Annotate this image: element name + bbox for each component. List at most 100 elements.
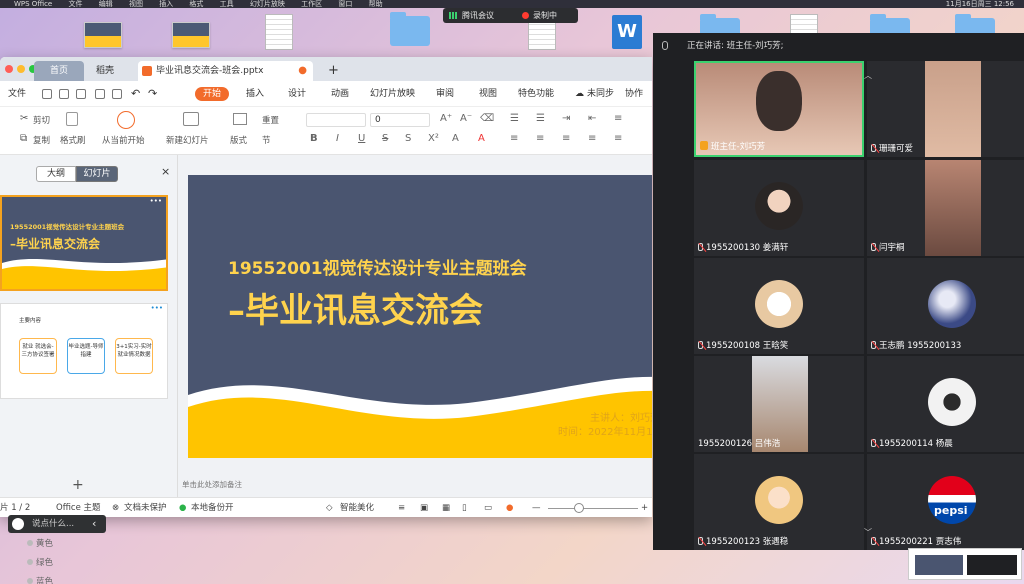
video-tile[interactable]: 1955200130 姜满轩 (694, 160, 864, 256)
layout-button[interactable]: 版式 (230, 134, 247, 146)
video-tile[interactable]: 1955200114 杨晨 (867, 356, 1024, 452)
menu-start[interactable]: 开始 (195, 87, 230, 101)
menubar-item[interactable]: 幻灯片放映 (250, 0, 285, 8)
font-shrink-icon[interactable]: A⁻ (460, 113, 472, 124)
outdent-icon[interactable]: ⇤ (588, 113, 596, 124)
current-slide[interactable]: 19552001视觉传达设计专业主题班会 –毕业讯息交流会 主讲人：刘巧芳 时间… (188, 175, 652, 458)
scissors-icon[interactable]: ✂ (20, 113, 28, 124)
desktop-word-icon[interactable]: W (612, 15, 642, 49)
minimize-window-icon[interactable] (17, 65, 25, 73)
slide-speaker[interactable]: 主讲人：刘巧芳 (590, 409, 652, 424)
play-from-current-button[interactable]: 从当前开始 (102, 134, 145, 146)
menu-design[interactable]: 设计 (288, 81, 306, 107)
menubar-item[interactable]: 格式 (189, 0, 203, 8)
desktop-sheet-icon[interactable] (265, 14, 293, 50)
open-icon[interactable] (42, 89, 52, 99)
menu-file[interactable]: 文件 (8, 81, 26, 107)
video-tile[interactable]: 1955200126 吕伟浩 (694, 356, 864, 452)
format-painter-button[interactable]: 格式刷 (60, 134, 86, 146)
underline-icon[interactable]: U (358, 133, 365, 144)
menu-animation[interactable]: 动画 (331, 81, 349, 107)
cut-button[interactable]: 剪切 (33, 114, 50, 126)
play-slideshow-icon[interactable]: ● (506, 498, 513, 517)
font-size-box[interactable]: 0 (370, 113, 430, 127)
new-slide-icon[interactable] (183, 112, 199, 126)
font-name-box[interactable] (306, 113, 366, 127)
menubar-item[interactable]: 窗口 (338, 0, 352, 8)
font-color-icon[interactable]: A (452, 133, 459, 144)
menu-slideshow[interactable]: 幻灯片放映 (370, 81, 415, 107)
undo-icon[interactable]: ↶ (131, 81, 140, 107)
slides-toggle[interactable]: 幻灯片 (76, 166, 118, 182)
new-tab-button[interactable]: + (318, 61, 349, 81)
chevron-left-icon[interactable]: ‹ (92, 515, 96, 533)
menu-view[interactable]: 视图 (479, 81, 497, 107)
highlight-icon[interactable]: A (478, 133, 485, 144)
desktop-file-icon[interactable] (84, 22, 122, 48)
zoom-out-icon[interactable]: — (532, 498, 541, 517)
tab-document[interactable]: 毕业讯息交流会-班会.pptx ● (138, 61, 313, 81)
meeting-status-pill[interactable]: 腾讯会议 录制中 (443, 8, 578, 23)
menubar-item[interactable]: 工具 (220, 0, 234, 8)
reading-view-icon[interactable]: ▯ (462, 498, 467, 517)
normal-view-icon[interactable]: ▣ (420, 498, 428, 517)
play-icon[interactable] (117, 111, 135, 129)
add-slide-button[interactable]: + (72, 477, 84, 493)
menubar-item[interactable]: 帮助 (369, 0, 383, 8)
desktop-file-icon[interactable] (172, 22, 210, 48)
video-tile[interactable]: 1955200108 王晗笑 (694, 258, 864, 354)
format-painter-icon[interactable] (66, 112, 78, 126)
zoom-slider[interactable] (548, 508, 638, 509)
slide-thumbnail-1[interactable]: ••• 19552001视觉传达设计专业主题班会 –毕业讯息交流会 (0, 195, 168, 291)
superscript-icon[interactable]: X² (428, 133, 439, 144)
scroll-up-icon[interactable]: ︿ (864, 70, 872, 81)
protect-status[interactable]: 文档未保护 (124, 498, 167, 517)
slide-title-line1[interactable]: 19552001视觉传达设计专业主题班会 (228, 254, 527, 279)
color-option[interactable]: 绿色 (26, 556, 53, 568)
export-icon[interactable] (76, 89, 86, 99)
copy-icon[interactable]: ⧉ (20, 133, 27, 144)
reset-button[interactable]: 重置 (262, 114, 279, 126)
numbered-list-icon[interactable]: ☰ (536, 113, 545, 124)
color-option[interactable]: 黄色 (26, 537, 53, 549)
video-tile[interactable]: 1955200123 张遇稳 (694, 454, 864, 550)
sync-status[interactable]: 未同步 (587, 81, 614, 107)
menubar-item[interactable]: 视图 (129, 0, 143, 8)
shadow-icon[interactable]: S (405, 133, 411, 144)
present-icon[interactable]: ▭ (484, 498, 492, 517)
close-window-icon[interactable] (5, 65, 13, 73)
comment-bar[interactable]: 说点什么... ‹ (8, 515, 106, 533)
beautify-button[interactable]: 智能美化 (340, 498, 374, 517)
outline-toggle[interactable]: 大纲 (36, 166, 76, 182)
new-slide-button[interactable]: 新建幻灯片 (166, 134, 209, 146)
video-tile[interactable]: 珊珊可爱 (867, 61, 1024, 157)
bold-icon[interactable]: B (310, 133, 318, 144)
more-icon[interactable]: ••• (150, 197, 162, 205)
distribute-icon[interactable]: ≡ (614, 133, 622, 144)
backup-status[interactable]: 本地备份开 (191, 498, 234, 517)
section-button[interactable]: 节 (262, 134, 271, 146)
close-panel-icon[interactable]: × (161, 165, 170, 178)
comment-input[interactable]: 说点什么... (32, 515, 74, 533)
menu-insert[interactable]: 插入 (246, 81, 264, 107)
slide-title-line2[interactable]: –毕业讯息交流会 (228, 283, 483, 332)
menubar-app[interactable]: WPS Office (14, 0, 52, 8)
align-center-icon[interactable]: ≡ (536, 133, 544, 144)
justify-icon[interactable]: ≡ (588, 133, 596, 144)
zoom-slider-handle[interactable] (574, 503, 584, 513)
line-spacing-icon[interactable]: ≡ (614, 113, 622, 124)
video-tile[interactable]: 王志鹏 1955200133 (867, 258, 1024, 354)
align-right-icon[interactable]: ≡ (562, 133, 570, 144)
menu-collab[interactable]: 协作 (625, 81, 643, 107)
layout-icon[interactable] (233, 113, 247, 125)
video-tile[interactable]: pepsi 1955200221 贾志伟 (867, 454, 1024, 550)
video-tile[interactable]: 班主任-刘巧芳 (694, 61, 864, 157)
menu-review[interactable]: 审阅 (436, 81, 454, 107)
menubar-item[interactable]: 文件 (68, 0, 82, 8)
strike-icon[interactable]: S (382, 133, 388, 144)
italic-icon[interactable]: I (336, 133, 339, 144)
font-grow-icon[interactable]: A⁺ (440, 113, 452, 124)
menubar-item[interactable]: 工作区 (301, 0, 322, 8)
menubar-item[interactable]: 编辑 (99, 0, 113, 8)
bullet-list-icon[interactable]: ☰ (510, 113, 519, 124)
